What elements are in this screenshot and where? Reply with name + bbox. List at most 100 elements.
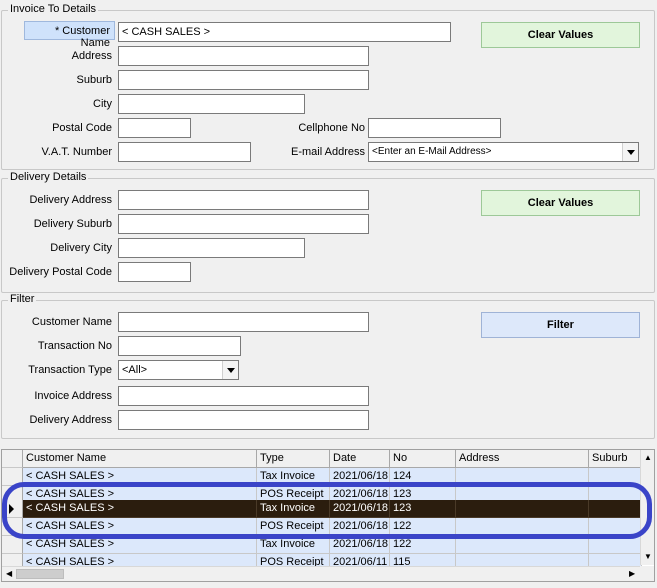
cell-date: 2021/06/18 <box>330 518 390 536</box>
city-label: City <box>93 98 112 110</box>
column-header-type[interactable]: Type <box>257 450 330 468</box>
postal-code-label: Postal Code <box>52 122 112 134</box>
transaction-type-label: Transaction Type <box>28 364 112 376</box>
cellphone-label: Cellphone No <box>298 122 365 134</box>
cell-no: 124 <box>390 468 456 486</box>
scroll-down-icon[interactable]: ▼ <box>644 552 652 562</box>
scroll-corner <box>640 566 654 581</box>
email-combo[interactable]: <Enter an E-Mail Address> <box>368 142 639 162</box>
row-indicator <box>2 536 23 554</box>
delivery-suburb-label: Delivery Suburb <box>33 218 112 230</box>
filter-customer-name-input[interactable] <box>118 312 369 332</box>
city-input[interactable] <box>118 94 305 114</box>
invoice-clear-values-button[interactable]: Clear Values <box>481 22 640 48</box>
cell-type: Tax Invoice <box>257 468 330 486</box>
cell-address <box>456 500 589 518</box>
column-header-suburb[interactable]: Suburb <box>589 450 642 468</box>
delivery-suburb-input[interactable] <box>118 214 369 234</box>
horizontal-scrollbar[interactable]: ◀ ▶ <box>2 566 642 581</box>
transaction-no-input[interactable] <box>118 336 241 356</box>
table-row[interactable]: < CASH SALES > POS Receipt 2021/06/11 11… <box>2 554 642 566</box>
delivery-postal-code-input[interactable] <box>118 262 191 282</box>
chevron-down-icon[interactable] <box>622 143 638 161</box>
row-indicator <box>2 468 23 486</box>
delivery-details-legend: Delivery Details <box>8 171 89 183</box>
vertical-scrollbar[interactable]: ▲ ▼ <box>640 450 654 565</box>
cell-date: 2021/06/18 <box>330 536 390 554</box>
filter-legend: Filter <box>8 293 37 305</box>
address-input[interactable] <box>118 46 369 66</box>
cell-address <box>456 468 589 486</box>
cell-customer-name: < CASH SALES > <box>23 500 257 518</box>
cell-date: 2021/06/18 <box>330 468 390 486</box>
filter-customer-name-label: Customer Name <box>31 316 112 328</box>
vat-number-label: V.A.T. Number <box>41 146 112 158</box>
horizontal-scroll-thumb[interactable] <box>16 569 64 579</box>
table-row[interactable]: < CASH SALES > Tax Invoice 2021/06/18 12… <box>2 536 642 554</box>
suburb-label: Suburb <box>76 74 112 86</box>
table-row-selected[interactable]: < CASH SALES > Tax Invoice 2021/06/18 12… <box>2 500 642 518</box>
column-header-date[interactable]: Date <box>330 450 390 468</box>
row-indicator <box>2 554 23 566</box>
cell-address <box>456 554 589 566</box>
cell-type: Tax Invoice <box>257 500 330 518</box>
postal-code-input[interactable] <box>118 118 191 138</box>
column-header-customer-name[interactable]: Customer Name <box>23 450 257 468</box>
cell-suburb <box>589 554 642 566</box>
cell-address <box>456 536 589 554</box>
scroll-up-icon[interactable]: ▲ <box>644 453 652 463</box>
invoice-details-legend: Invoice To Details <box>8 3 99 15</box>
transaction-type-select[interactable]: <All> <box>118 360 239 380</box>
email-label: E-mail Address <box>291 146 365 158</box>
cell-no: 115 <box>390 554 456 566</box>
scroll-right-icon[interactable]: ▶ <box>629 569 635 579</box>
table-row[interactable]: < CASH SALES > POS Receipt 2021/06/18 12… <box>2 518 642 536</box>
suburb-input[interactable] <box>118 70 369 90</box>
cell-date: 2021/06/18 <box>330 500 390 518</box>
column-header-no[interactable]: No <box>390 450 456 468</box>
vat-number-input[interactable] <box>118 142 251 162</box>
cellphone-input[interactable] <box>368 118 501 138</box>
delivery-address-label: Delivery Address <box>29 194 112 206</box>
row-indicator <box>2 500 23 518</box>
cell-customer-name: < CASH SALES > <box>23 518 257 536</box>
cell-customer-name: < CASH SALES > <box>23 554 257 566</box>
row-indicator-header <box>2 450 23 468</box>
cell-no: 122 <box>390 536 456 554</box>
delivery-address-input[interactable] <box>118 190 369 210</box>
transactions-grid[interactable]: Customer Name Type Date No Address Subur… <box>1 449 655 582</box>
customer-name-input[interactable]: < CASH SALES > <box>118 22 451 42</box>
customer-name-label: * Customer Name <box>24 21 115 49</box>
table-row[interactable]: < CASH SALES > Tax Invoice 2021/06/18 12… <box>2 468 642 486</box>
transaction-no-label: Transaction No <box>37 340 112 352</box>
cell-suburb <box>589 518 642 536</box>
cell-customer-name: < CASH SALES > <box>23 536 257 554</box>
filter-delivery-address-input[interactable] <box>118 410 369 430</box>
invoice-address-input[interactable] <box>118 386 369 406</box>
column-header-address[interactable]: Address <box>456 450 589 468</box>
cell-suburb <box>589 468 642 486</box>
chevron-down-icon[interactable] <box>222 361 238 379</box>
address-label: Address <box>71 50 112 62</box>
cell-date: 2021/06/11 <box>330 554 390 566</box>
cell-type: POS Receipt <box>257 518 330 536</box>
cell-address <box>456 518 589 536</box>
delivery-clear-values-button[interactable]: Clear Values <box>481 190 640 216</box>
filter-delivery-address-label: Delivery Address <box>29 414 112 426</box>
cell-suburb <box>589 536 642 554</box>
cell-no: 122 <box>390 518 456 536</box>
transaction-type-value: <All> <box>122 364 148 376</box>
delivery-city-label: Delivery City <box>50 242 112 254</box>
delivery-postal-code-label: Delivery Postal Code <box>9 266 112 278</box>
invoice-address-label: Invoice Address <box>34 390 112 402</box>
cell-customer-name: < CASH SALES > <box>23 468 257 486</box>
scroll-left-icon[interactable]: ◀ <box>6 569 12 579</box>
cell-suburb <box>589 500 642 518</box>
cell-type: Tax Invoice <box>257 536 330 554</box>
cell-no: 123 <box>390 500 456 518</box>
row-indicator <box>2 518 23 536</box>
filter-button[interactable]: Filter <box>481 312 640 338</box>
delivery-city-input[interactable] <box>118 238 305 258</box>
email-placeholder: <Enter an E-Mail Address> <box>372 146 492 157</box>
current-row-arrow-icon <box>9 504 14 514</box>
